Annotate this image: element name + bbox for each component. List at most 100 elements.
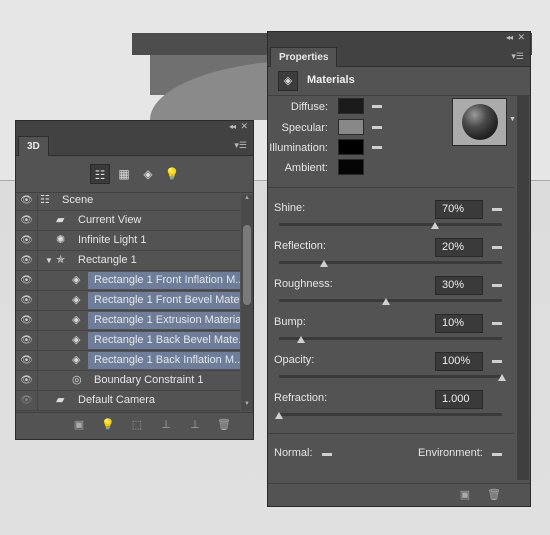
- material-preview[interactable]: [452, 98, 507, 146]
- tab-properties[interactable]: Properties: [270, 47, 338, 67]
- scene-filter-icon[interactable]: ☷: [90, 164, 110, 184]
- scroll-up-icon[interactable]: ▲: [241, 195, 253, 205]
- eye-visibility-icon[interactable]: 👁: [16, 291, 38, 310]
- slider-thumb[interactable]: [319, 260, 328, 267]
- color-swatch[interactable]: [338, 159, 364, 175]
- scene-row-label: Rectangle 1 Back Bevel Mate...: [94, 334, 240, 346]
- property-value-field[interactable]: 10%: [435, 314, 483, 333]
- panel-menu-icon[interactable]: ▾☰: [511, 51, 524, 62]
- slider-thumb[interactable]: [498, 374, 506, 381]
- color-swatch[interactable]: [338, 139, 364, 155]
- color-swatch[interactable]: [338, 119, 364, 135]
- section-title: Materials: [307, 74, 355, 86]
- property-value-field[interactable]: 20%: [435, 238, 483, 257]
- tab-3d[interactable]: 3D: [18, 136, 49, 156]
- properties-scrollbar[interactable]: [517, 95, 529, 480]
- close-icon[interactable]: ✕: [517, 32, 525, 43]
- eye-visibility-icon[interactable]: 👁: [16, 211, 38, 230]
- property-slider[interactable]: [279, 223, 502, 226]
- panel-menu-icon[interactable]: ▾☰: [234, 140, 247, 151]
- folder-icon[interactable]: ▬: [492, 280, 504, 290]
- add-light-icon[interactable]: 💡: [101, 418, 115, 431]
- trash-icon[interactable]: 🗑: [487, 488, 501, 501]
- folder-icon[interactable]: ▬: [322, 449, 334, 459]
- folder-icon[interactable]: ▬: [372, 101, 384, 111]
- drop-to-plane-icon[interactable]: ⊥: [188, 418, 202, 431]
- mesh-filter-icon[interactable]: ▦: [114, 164, 134, 184]
- scene-icon: ☷: [40, 195, 50, 206]
- folder-icon[interactable]: ▬: [492, 242, 504, 252]
- eye-visibility-icon[interactable]: 👁: [16, 195, 38, 210]
- property-slider[interactable]: [279, 261, 502, 264]
- property-slider[interactable]: [279, 413, 502, 416]
- trash-icon[interactable]: 🗑: [217, 418, 231, 431]
- expand-triangle-icon[interactable]: ▼: [45, 251, 53, 270]
- folder-icon[interactable]: ▬: [492, 449, 504, 459]
- scene-scrollbar[interactable]: ▲ ▼: [241, 195, 253, 411]
- eye-visibility-icon[interactable]: 👁: [16, 251, 38, 270]
- close-icon[interactable]: ✕: [240, 121, 248, 132]
- folder-icon[interactable]: ▬: [372, 142, 384, 152]
- folder-icon[interactable]: ▬: [492, 356, 504, 366]
- material-icon: ◈: [72, 314, 81, 326]
- scene-row[interactable]: 👁 ▰ Current View: [16, 211, 240, 231]
- property-value-field[interactable]: 100%: [435, 352, 483, 371]
- panel-3d-titlebar[interactable]: ◂◂ ✕: [16, 121, 253, 135]
- scene-row[interactable]: 👁 ▼ ✯ Rectangle 1: [16, 251, 240, 271]
- folder-icon[interactable]: ▬: [492, 318, 504, 328]
- scene-row[interactable]: 👁 ◈ Rectangle 1 Extrusion Material: [16, 311, 240, 331]
- section-divider: [268, 433, 514, 434]
- collapse-icon[interactable]: ◂◂: [229, 122, 236, 131]
- collapse-icon[interactable]: ◂◂: [506, 33, 513, 42]
- folder-icon[interactable]: ▬: [372, 122, 384, 132]
- scroll-down-icon[interactable]: ▼: [241, 401, 253, 411]
- property-value-field[interactable]: 70%: [435, 200, 483, 219]
- eye-visibility-icon[interactable]: 👁: [16, 311, 38, 330]
- scene-row[interactable]: 👁 ▰ Default Camera: [16, 391, 240, 411]
- normal-label: Normal:: [274, 447, 313, 459]
- scene-row[interactable]: 👁 ◈ Rectangle 1 Back Bevel Mate...: [16, 331, 240, 351]
- scene-row-label: Rectangle 1 Front Inflation M...: [94, 274, 240, 286]
- eye-visibility-icon[interactable]: 👁: [16, 351, 38, 370]
- scene-row-label: Boundary Constraint 1: [94, 374, 204, 386]
- scroll-thumb[interactable]: [243, 225, 251, 305]
- property-slider[interactable]: [279, 375, 502, 378]
- materials-header: ◈ Materials: [268, 67, 530, 96]
- property-value-field[interactable]: 1.000: [435, 390, 483, 409]
- scene-row-label: Rectangle 1 Back Inflation M...: [94, 354, 240, 366]
- scene-row-label: Rectangle 1: [78, 254, 137, 266]
- material-sphere: [462, 104, 498, 140]
- texture-label: Diffuse:: [290, 101, 328, 113]
- scene-row[interactable]: 👁 ◈ Rectangle 1 Back Inflation M...: [16, 351, 240, 371]
- panel-properties-titlebar[interactable]: ◂◂ ✕: [268, 32, 530, 46]
- slider-thumb[interactable]: [431, 222, 440, 229]
- material-filter-icon[interactable]: ◈: [138, 164, 158, 184]
- scene-row[interactable]: 👁 ◈ Rectangle 1 Front Inflation M...: [16, 271, 240, 291]
- property-label: Shine:: [274, 202, 306, 214]
- property-value-field[interactable]: 30%: [435, 276, 483, 295]
- scene-row[interactable]: 👁 ☷ Scene: [16, 195, 240, 211]
- scene-row[interactable]: 👁 ✺ Infinite Light 1: [16, 231, 240, 251]
- scene-row-label: Rectangle 1 Extrusion Material: [94, 314, 240, 326]
- eye-visibility-icon[interactable]: 👁: [16, 331, 38, 350]
- eye-visibility-icon[interactable]: 👁: [16, 371, 38, 390]
- slider-thumb[interactable]: [275, 412, 283, 419]
- slider-thumb[interactable]: [382, 298, 391, 305]
- render-icon[interactable]: ▣: [72, 418, 86, 431]
- render-icon[interactable]: ▣: [458, 488, 472, 501]
- color-swatch[interactable]: [338, 98, 364, 114]
- ground-plane-icon[interactable]: ⊥: [159, 418, 173, 431]
- constraint-icon: ◎: [72, 374, 82, 386]
- slider-thumb[interactable]: [297, 336, 306, 343]
- new-mesh-icon[interactable]: ⬚: [130, 418, 144, 431]
- property-slider[interactable]: [279, 299, 502, 302]
- light-filter-icon[interactable]: 💡: [162, 164, 182, 184]
- eye-visibility-icon[interactable]: 👁: [16, 271, 38, 290]
- property-slider[interactable]: [279, 337, 502, 340]
- scene-row[interactable]: 👁 ◎ Boundary Constraint 1: [16, 371, 240, 391]
- eye-visibility-icon[interactable]: 👁: [16, 391, 38, 410]
- scene-row[interactable]: 👁 ◈ Rectangle 1 Front Bevel Mate...: [16, 291, 240, 311]
- folder-icon[interactable]: ▬: [492, 204, 504, 214]
- preview-dropdown-icon[interactable]: ▼: [509, 116, 516, 123]
- eye-visibility-icon[interactable]: 👁: [16, 231, 38, 250]
